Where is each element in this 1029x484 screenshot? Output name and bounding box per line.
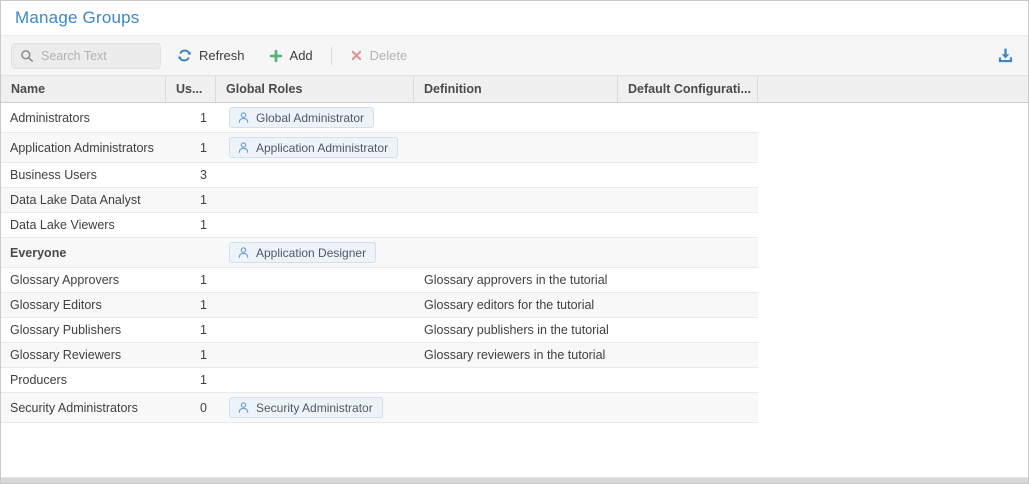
table-row[interactable]: Application Administrators 1 Application… — [1, 133, 758, 163]
horizontal-scrollbar[interactable] — [1, 477, 1028, 483]
column-header-definition[interactable]: Definition — [414, 76, 618, 102]
cell-name: Everyone — [1, 246, 166, 260]
cell-users: 1 — [166, 273, 216, 287]
table-row[interactable]: Business Users 3 — [1, 163, 758, 188]
cell-name: Glossary Approvers — [1, 273, 166, 287]
cell-global-roles: Global Administrator — [216, 107, 414, 128]
cell-name: Administrators — [1, 111, 166, 125]
cell-name: Application Administrators — [1, 141, 166, 155]
table-row[interactable]: Security Administrators 0 Security Admin… — [1, 393, 758, 423]
delete-button[interactable]: Delete — [348, 44, 410, 67]
user-icon — [237, 246, 250, 259]
role-badge: Application Designer — [229, 242, 376, 263]
table-row[interactable]: Administrators 1 Global Administrator — [1, 103, 758, 133]
search-input[interactable] — [41, 49, 152, 63]
table-row[interactable]: Data Lake Viewers 1 — [1, 213, 758, 238]
table-row[interactable]: Data Lake Data Analyst 1 — [1, 188, 758, 213]
magnifier-icon — [20, 49, 34, 63]
manage-groups-panel: Manage Groups Refresh — [0, 0, 1029, 484]
add-button[interactable]: Add — [267, 44, 315, 67]
download-icon — [997, 47, 1014, 64]
cell-global-roles: Application Designer — [216, 242, 414, 263]
role-badge-label: Application Administrator — [256, 141, 388, 155]
table-body: Administrators 1 Global Administrator Ap… — [1, 103, 758, 423]
cell-definition: Glossary approvers in the tutorial — [414, 273, 618, 287]
table-row[interactable]: Everyone Application Designer — [1, 238, 758, 268]
cell-name: Business Users — [1, 168, 166, 182]
cell-users: 1 — [166, 373, 216, 387]
role-badge-label: Global Administrator — [256, 111, 364, 125]
cell-name: Producers — [1, 373, 166, 387]
refresh-label: Refresh — [199, 48, 245, 63]
x-icon — [350, 49, 363, 62]
table-row[interactable]: Glossary Approvers 1 Glossary approvers … — [1, 268, 758, 293]
role-badge: Global Administrator — [229, 107, 374, 128]
table-row[interactable]: Glossary Editors 1 Glossary editors for … — [1, 293, 758, 318]
cell-name: Glossary Reviewers — [1, 348, 166, 362]
delete-label: Delete — [370, 48, 408, 63]
role-badge-label: Security Administrator — [256, 401, 373, 415]
export-button[interactable] — [995, 45, 1016, 66]
table-row[interactable]: Producers 1 — [1, 368, 758, 393]
column-header-global-roles[interactable]: Global Roles — [216, 76, 414, 102]
page-title: Manage Groups — [15, 8, 140, 28]
cell-users: 0 — [166, 401, 216, 415]
toolbar-separator — [331, 47, 332, 65]
role-badge-label: Application Designer — [256, 246, 366, 260]
role-badge: Security Administrator — [229, 397, 383, 418]
cell-definition: Glossary reviewers in the tutorial — [414, 348, 618, 362]
cell-global-roles: Application Administrator — [216, 137, 414, 158]
cell-users: 3 — [166, 168, 216, 182]
cell-name: Security Administrators — [1, 401, 166, 415]
toolbar: Refresh Add Delete — [1, 36, 1028, 76]
cell-definition: Glossary editors for the tutorial — [414, 298, 618, 312]
cell-users: 1 — [166, 323, 216, 337]
cell-name: Data Lake Viewers — [1, 218, 166, 232]
cell-users: 1 — [166, 111, 216, 125]
column-header-default-configuration[interactable]: Default Configurati... — [618, 76, 758, 102]
refresh-icon — [177, 48, 192, 63]
cell-global-roles: Security Administrator — [216, 397, 414, 418]
cell-users: 1 — [166, 141, 216, 155]
role-badge: Application Administrator — [229, 137, 398, 158]
cell-name: Glossary Editors — [1, 298, 166, 312]
table-header: Name Us... Global Roles Definition Defau… — [1, 76, 1028, 103]
add-label: Add — [290, 48, 313, 63]
cell-name: Glossary Publishers — [1, 323, 166, 337]
user-icon — [237, 141, 250, 154]
table-row[interactable]: Glossary Publishers 1 Glossary publisher… — [1, 318, 758, 343]
search-box[interactable] — [11, 43, 161, 69]
refresh-button[interactable]: Refresh — [175, 44, 247, 67]
cell-users: 1 — [166, 348, 216, 362]
user-icon — [237, 111, 250, 124]
table-row[interactable]: Glossary Reviewers 1 Glossary reviewers … — [1, 343, 758, 368]
cell-definition: Glossary publishers in the tutorial — [414, 323, 618, 337]
user-icon — [237, 401, 250, 414]
column-header-filler — [758, 76, 1028, 102]
column-header-name[interactable]: Name — [1, 76, 166, 102]
title-bar: Manage Groups — [1, 1, 1028, 36]
cell-users: 1 — [166, 193, 216, 207]
column-header-users[interactable]: Us... — [166, 76, 216, 102]
plus-icon — [269, 49, 283, 63]
cell-name: Data Lake Data Analyst — [1, 193, 166, 207]
cell-users: 1 — [166, 298, 216, 312]
cell-users: 1 — [166, 218, 216, 232]
